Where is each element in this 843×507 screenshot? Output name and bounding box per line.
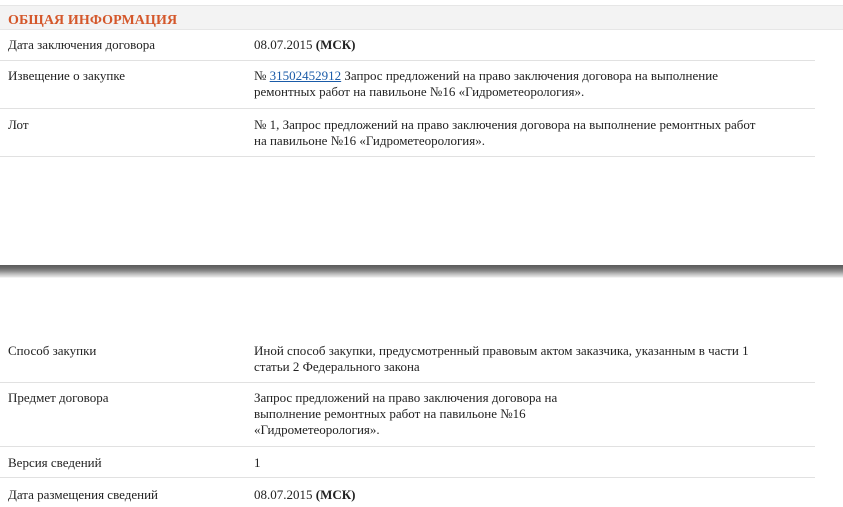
lot-label: Лот (8, 117, 29, 132)
subject-line-3: «Гидрометеорология». (254, 422, 380, 437)
notice-value: № 31502452912 Запрос предложений на прав… (254, 68, 810, 100)
method-label: Способ закупки (8, 343, 97, 358)
published-date-value: 08.07.2015 (МСК) (254, 487, 810, 503)
published-date-label: Дата размещения сведений (8, 487, 158, 502)
contract-date-label: Дата заключения договора (8, 37, 155, 52)
row-lot: Лот № 1, Запрос предложений на право зак… (0, 109, 815, 157)
lot-line-2: на павильоне №16 «Гидрометеорология». (254, 133, 485, 148)
method-value: Иной способ закупки, предусмотренный пра… (254, 343, 810, 375)
subject-value: Запрос предложений на право заключения д… (254, 390, 810, 438)
subject-line-2: выполнение ремонтных работ на павильоне … (254, 406, 526, 421)
notice-prefix: № (254, 68, 267, 83)
notice-line-1: № 31502452912 Запрос предложений на прав… (254, 68, 810, 84)
contract-date-tz: (МСК) (315, 37, 356, 52)
row-published-date: Дата размещения сведений 08.07.2015 (МСК… (0, 478, 815, 507)
page-separator (0, 265, 843, 278)
version-value: 1 (254, 455, 261, 470)
section-title: ОБЩАЯ ИНФОРМАЦИЯ (8, 13, 178, 28)
subject-label: Предмет договора (8, 390, 109, 405)
contract-date: 08.07.2015 (254, 37, 313, 52)
contract-date-value: 08.07.2015 (МСК) (254, 37, 810, 53)
row-notice: Извещение о закупке № 31502452912 Запрос… (0, 61, 815, 109)
row-contract-date: Дата заключения договора 08.07.2015 (МСК… (0, 30, 815, 61)
notice-number-link[interactable]: 31502452912 (270, 68, 342, 83)
lot-line-1: № 1, Запрос предложений на право заключе… (254, 117, 756, 132)
version-label: Версия сведений (8, 455, 102, 470)
row-subject: Предмет договора Запрос предложений на п… (0, 383, 815, 447)
published-date-tz: (МСК) (315, 487, 356, 502)
row-method: Способ закупки Иной способ закупки, пред… (0, 335, 815, 383)
method-line-1: Иной способ закупки, предусмотренный пра… (254, 343, 749, 358)
method-line-2: статьи 2 Федерального закона (254, 359, 420, 374)
published-date: 08.07.2015 (254, 487, 313, 502)
notice-label: Извещение о закупке (8, 68, 126, 83)
row-version: Версия сведений 1 (0, 447, 815, 478)
subject-line-1: Запрос предложений на право заключения д… (254, 390, 558, 405)
notice-text-2: ремонтных работ на павильоне №16 «Гидром… (254, 84, 585, 99)
notice-text-1: Запрос предложений на право заключения д… (344, 68, 718, 83)
section-header: ОБЩАЯ ИНФОРМАЦИЯ (0, 5, 843, 30)
lot-value: № 1, Запрос предложений на право заключе… (254, 117, 810, 149)
